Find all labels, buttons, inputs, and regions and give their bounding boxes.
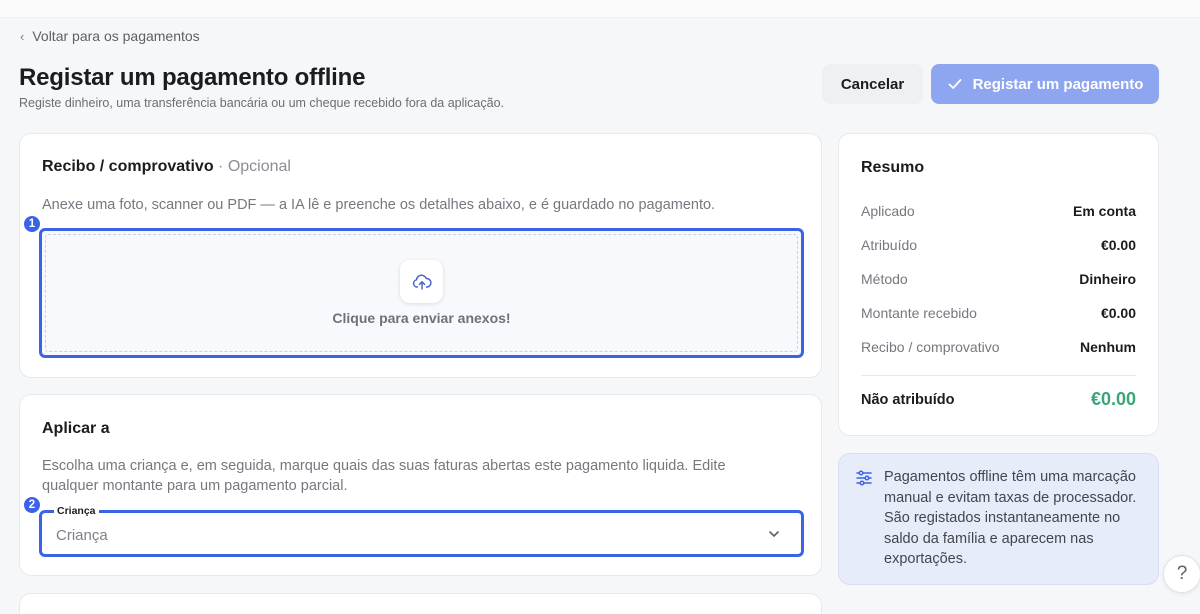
child-select-value: Criança — [56, 527, 108, 544]
summary-label: Método — [861, 271, 908, 287]
summary-value: Nenhum — [1080, 339, 1136, 355]
info-text: Pagamentos offline têm uma marcação manu… — [884, 469, 1137, 567]
chevron-left-icon: ‹ — [20, 28, 25, 44]
summary-value: €0.00 — [1100, 237, 1136, 253]
back-link[interactable]: ‹ Voltar para os pagamentos — [20, 28, 200, 44]
summary-row-applied: Aplicado Em conta — [861, 203, 1136, 219]
top-bar — [0, 0, 1200, 18]
help-button[interactable]: ? — [1163, 555, 1200, 593]
register-payment-button[interactable]: Registar um pagamento — [931, 64, 1159, 104]
next-section-card — [19, 593, 822, 614]
summary-label: Montante recebido — [861, 305, 977, 321]
apply-card: Aplicar a Escolha uma criança e, em segu… — [19, 394, 822, 576]
cancel-button[interactable]: Cancelar — [822, 64, 923, 104]
receipt-title: Recibo / comprovativo · Opcional — [42, 158, 291, 176]
summary-label: Recibo / comprovativo — [861, 339, 1000, 355]
summary-divider — [861, 375, 1136, 376]
summary-title: Resumo — [861, 159, 925, 176]
summary-card: Resumo Aplicado Em conta Atribuído €0.00… — [838, 133, 1159, 436]
summary-value: Dinheiro — [1079, 271, 1136, 287]
summary-row-receipt: Recibo / comprovativo Nenhum — [861, 339, 1136, 355]
receipt-title-text: Recibo / comprovativo — [42, 158, 214, 175]
upload-button[interactable] — [400, 260, 443, 303]
summary-row-method: Método Dinheiro — [861, 271, 1136, 287]
receipt-description: Anexe uma foto, scanner ou PDF — a IA lê… — [42, 197, 716, 213]
summary-row-assigned: Atribuído €0.00 — [861, 237, 1136, 253]
optional-tag: · Opcional — [218, 158, 291, 175]
unassigned-value: €0.00 — [1090, 389, 1136, 409]
page-subtitle: Registe dinheiro, uma transferência banc… — [19, 96, 505, 110]
apply-title: Aplicar a — [42, 420, 110, 437]
child-select[interactable]: Criança Criança — [39, 505, 804, 557]
child-select-label: Criança — [54, 505, 99, 517]
summary-total: Não atribuído €0.00 — [861, 389, 1136, 410]
info-note: Pagamentos offline têm uma marcação manu… — [838, 453, 1159, 585]
cloud-upload-icon — [412, 274, 432, 290]
step-badge-2: 2 — [22, 495, 42, 515]
receipt-card: Recibo / comprovativo · Opcional Anexe u… — [19, 133, 822, 378]
summary-row-amount: Montante recebido €0.00 — [861, 305, 1136, 321]
summary-value: €0.00 — [1100, 305, 1136, 321]
register-payment-label: Registar um pagamento — [972, 75, 1144, 93]
back-link-label: Voltar para os pagamentos — [32, 28, 200, 44]
upload-label: Clique para enviar anexos! — [332, 310, 511, 326]
sliders-icon — [856, 470, 872, 486]
apply-description-line-1: Escolha uma criança e, em seguida, marqu… — [42, 458, 726, 474]
summary-label: Atribuído — [861, 237, 918, 253]
page-title: Registar um pagamento offline — [19, 64, 366, 91]
apply-description-line-2: qualquer montante para um pagamento parc… — [42, 478, 348, 494]
check-icon — [948, 79, 961, 89]
chevron-down-icon — [769, 531, 779, 537]
summary-value: Em conta — [1072, 203, 1136, 219]
step-badge-1: 1 — [22, 214, 42, 234]
summary-label: Aplicado — [861, 203, 915, 219]
unassigned-label: Não atribuído — [861, 391, 955, 408]
apply-description: Escolha uma criança e, em seguida, marqu… — [42, 456, 726, 496]
